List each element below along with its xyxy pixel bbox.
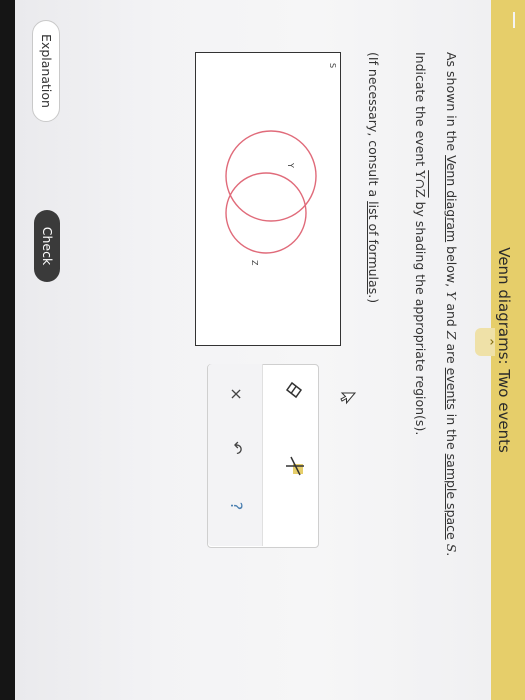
shade-icon[interactable] (283, 454, 307, 478)
q1-period: . (444, 552, 459, 557)
q1-text-e: in the (444, 409, 459, 454)
q1-text-d: are (444, 339, 459, 368)
q1-text-b: below, (444, 242, 459, 292)
check-button[interactable]: Check (34, 210, 60, 282)
clear-button[interactable]: × (224, 382, 248, 406)
q2-text-b: by shading the appropriate region(s). (413, 197, 428, 436)
rotated-page: Venn diagrams: Two events ⌃ As shown in … (0, 0, 525, 700)
event-z: Z (444, 330, 459, 340)
label-z: Z (250, 260, 259, 266)
venn-svg[interactable]: S Y Z (196, 53, 340, 345)
label-s: S (328, 63, 337, 68)
q3-text-b: .) (366, 294, 381, 304)
eraser-icon[interactable] (283, 378, 307, 402)
q3-text-a: (If necessary, consult a (366, 52, 381, 202)
screen: Venn diagrams: Two events ⌃ As shown in … (0, 0, 525, 700)
cursor-icon (340, 392, 357, 405)
circle-y[interactable] (225, 130, 317, 222)
venn-diagram-link[interactable]: Venn diagram (444, 155, 459, 242)
help-button[interactable]: ? (224, 494, 248, 518)
undo-button[interactable]: ↶ (224, 436, 248, 460)
question-line-1: As shown in the Venn diagram below, Y an… (444, 52, 459, 556)
event-complement-intersection: Y∩Z (413, 170, 428, 198)
screen-bezel (0, 0, 15, 700)
label-y: Y (286, 162, 295, 168)
question-line-3: (If necessary, consult a list of formula… (366, 52, 381, 303)
chevron-up-icon[interactable]: ⌃ (475, 328, 495, 356)
question-line-2: Indicate the event Y∩Z by shading the ap… (413, 52, 428, 435)
circle-z[interactable] (225, 172, 307, 254)
header-bar: Venn diagrams: Two events (491, 0, 525, 700)
page-title: Venn diagrams: Two events (495, 247, 513, 453)
explanation-button[interactable]: Explanation (32, 20, 60, 122)
q2-text-a: Indicate the event (413, 52, 428, 171)
events-link[interactable]: events (444, 368, 459, 410)
sample-space-s: S (444, 543, 459, 553)
formulas-link[interactable]: list of formulas (366, 201, 381, 294)
q1-text-a: As shown in the (444, 52, 459, 156)
sample-space-link[interactable]: sample space (444, 454, 459, 540)
venn-diagram[interactable]: S Y Z (195, 52, 341, 346)
q1-text-c: and (444, 299, 459, 331)
